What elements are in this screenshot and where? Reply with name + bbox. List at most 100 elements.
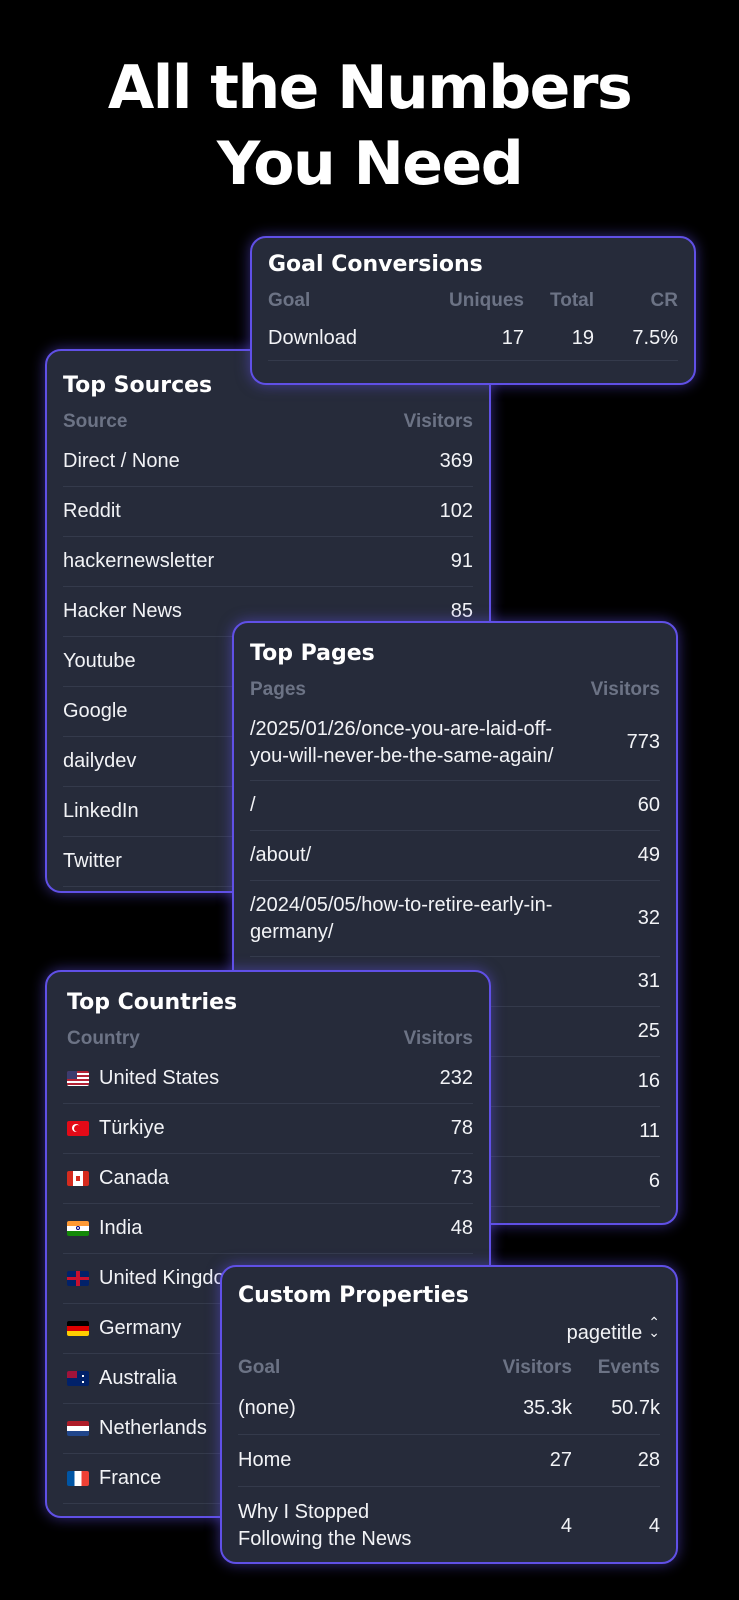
country-cell: Canada — [67, 1167, 451, 1190]
visitors-value: 31 — [637, 970, 660, 992]
fr-flag-icon — [67, 1471, 89, 1486]
source-name: Reddit — [63, 500, 121, 522]
page-path: / — [250, 794, 256, 816]
country-column-header: Country — [67, 1028, 140, 1049]
headline: All the Numbers You Need — [0, 50, 739, 202]
nl-flag-icon — [67, 1421, 89, 1436]
visitors-value: 11 — [639, 1120, 660, 1142]
visitors-value: 369 — [439, 450, 473, 472]
visitors-value: 27 — [549, 1449, 572, 1471]
visitors-column-header: Visitors — [502, 1357, 572, 1378]
table-row[interactable]: India 48 — [63, 1204, 473, 1254]
de-flag-icon — [67, 1321, 89, 1336]
tr-flag-icon — [67, 1121, 89, 1136]
visitors-column-header: Visitors — [403, 1028, 473, 1049]
events-value: 28 — [637, 1449, 660, 1471]
country-name: Türkiye — [99, 1117, 165, 1139]
visitors-value: 25 — [637, 1020, 660, 1042]
table-row[interactable]: /about/49 — [250, 831, 660, 881]
visitors-value: 6 — [648, 1170, 660, 1192]
country-name: Canada — [99, 1167, 170, 1189]
table-row[interactable]: Direct / None 369 — [63, 437, 473, 487]
visitors-value: 49 — [637, 844, 660, 866]
gb-flag-icon — [67, 1271, 89, 1286]
table-row[interactable]: Home 27 28 — [238, 1435, 660, 1487]
country-name: India — [99, 1217, 143, 1239]
table-row[interactable]: Türkiye 78 — [63, 1104, 473, 1154]
headline-line-2: You Need — [216, 129, 524, 199]
table-row[interactable]: / 60 — [250, 781, 660, 831]
source-name: hackernewsletter — [63, 550, 215, 572]
table-row[interactable]: /2025/01/26/once-you-are-laid-off-you-wi… — [250, 705, 660, 781]
table-row[interactable]: (none) 35.3k 50.7k — [238, 1383, 660, 1435]
visitors-value: 232 — [439, 1067, 473, 1089]
in-flag-icon — [67, 1221, 89, 1236]
page-path: /2025/01/26/once-you-are-laid-off-you-wi… — [250, 717, 554, 767]
table-row[interactable]: Canada 73 — [63, 1154, 473, 1204]
custom-properties-header: Goal Visitors Events — [238, 1353, 660, 1383]
visitors-value: 16 — [637, 1070, 660, 1092]
table-row[interactable]: /2024/05/05/how-to-retire-early-in-germa… — [250, 881, 660, 957]
table-row[interactable]: Why I Stopped Following the News 4 4 — [238, 1487, 660, 1565]
top-sources-header: Source Visitors — [63, 407, 473, 437]
country-name: France — [99, 1467, 162, 1489]
visitors-value: 60 — [637, 794, 660, 816]
goal-column-header: Goal — [238, 1357, 281, 1378]
goal-name: Why I Stopped Following the News — [238, 1501, 412, 1550]
country-cell: India — [67, 1217, 451, 1240]
goal-name: (none) — [238, 1397, 296, 1419]
au-flag-icon — [67, 1371, 89, 1386]
source-name: Hacker News — [63, 600, 182, 622]
country-name: United States — [99, 1067, 220, 1089]
events-value: 4 — [648, 1514, 660, 1537]
visitors-value: 773 — [626, 731, 660, 753]
goal-name: Home — [238, 1449, 292, 1471]
property-selector-value: pagetitle — [566, 1322, 643, 1344]
chevron-up-down-icon: ⌃ ⌄ — [648, 1314, 660, 1340]
visitors-value: 48 — [450, 1217, 473, 1239]
cr-value: 7.5% — [632, 326, 678, 349]
property-selector[interactable]: pagetitle ⌃ ⌄ — [238, 1314, 660, 1347]
visitors-value: 4 — [560, 1514, 572, 1537]
visitors-value: 85 — [450, 600, 473, 622]
ca-flag-icon — [67, 1171, 89, 1186]
top-pages-title: Top Pages — [250, 641, 375, 666]
pages-column-header: Pages — [250, 679, 306, 700]
total-column-header: Total — [550, 290, 594, 311]
visitors-value: 102 — [439, 500, 473, 522]
goal-conversions-card: Goal Conversions Goal Uniques Total CR D… — [250, 236, 696, 385]
uniques-column-header: Uniques — [449, 290, 524, 311]
country-name: Australia — [99, 1367, 177, 1389]
custom-properties-title: Custom Properties — [238, 1283, 469, 1308]
headline-line-1: All the Numbers — [107, 53, 633, 123]
total-value: 19 — [571, 326, 594, 349]
visitors-value: 73 — [450, 1167, 473, 1189]
table-row[interactable]: hackernewsletter 91 — [63, 537, 473, 587]
country-name: Germany — [99, 1317, 182, 1339]
country-cell: United States — [67, 1067, 440, 1090]
table-row[interactable]: Download 17 19 7.5% — [268, 316, 678, 361]
us-flag-icon — [67, 1071, 89, 1086]
goal-column-header: Goal — [268, 290, 311, 311]
goal-conversions-header: Goal Uniques Total CR — [268, 286, 678, 316]
visitors-column-header: Visitors — [403, 411, 473, 432]
table-row[interactable]: Reddit 102 — [63, 487, 473, 537]
custom-properties-card: Custom Properties pagetitle ⌃ ⌄ Goal Visit… — [220, 1265, 678, 1564]
top-pages-header: Pages Visitors — [250, 675, 660, 705]
visitors-column-header: Visitors — [590, 679, 660, 700]
goal-conversions-title: Goal Conversions — [268, 252, 483, 277]
table-row[interactable]: United States 232 — [63, 1054, 473, 1104]
visitors-value: 32 — [637, 907, 660, 929]
country-cell: Türkiye — [67, 1117, 451, 1140]
source-column-header: Source — [63, 411, 128, 432]
country-name: Netherlands — [99, 1417, 207, 1439]
top-countries-header: Country Visitors — [63, 1024, 473, 1054]
top-countries-title: Top Countries — [67, 990, 238, 1015]
visitors-value: 78 — [450, 1117, 473, 1139]
page-path: /about/ — [250, 844, 312, 866]
source-name: Direct / None — [63, 450, 180, 472]
events-column-header: Events — [597, 1357, 660, 1378]
events-value: 50.7k — [611, 1397, 660, 1419]
page-path: /2024/05/05/how-to-retire-early-in-germa… — [250, 893, 553, 943]
goal-name: Download — [268, 326, 357, 349]
